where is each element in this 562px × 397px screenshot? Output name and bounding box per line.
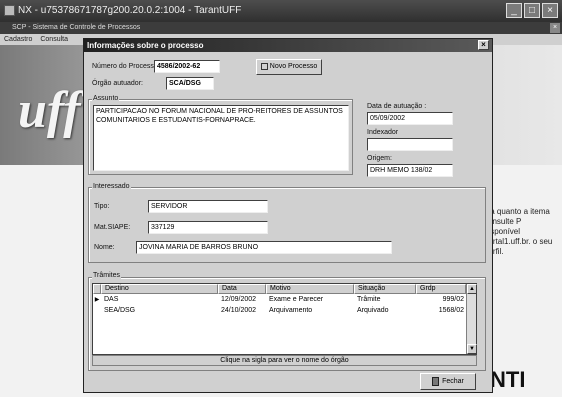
nx-title-bar: NX - u75378671787g200.20.0.2:1004 - Tara…	[0, 0, 562, 22]
assunto-memo[interactable]: PARTICIPACAO NO FORUM NACIONAL DE PRO-RE…	[93, 105, 349, 171]
novo-processo-button[interactable]: Novo Processo	[256, 59, 322, 75]
row-marker	[93, 306, 101, 316]
cell-grdp: 1568/02	[438, 307, 464, 314]
cell-situacao: Arquivado	[357, 307, 389, 314]
header-destino[interactable]: Destino	[101, 284, 218, 294]
cell-data: 24/10/2002	[221, 307, 257, 314]
table-scrollbar[interactable]: ▲ ▼	[466, 284, 477, 354]
app-close-icon[interactable]: ×	[550, 23, 560, 33]
scroll-up-icon[interactable]: ▲	[467, 284, 477, 294]
dialog-close-button[interactable]: ×	[478, 40, 489, 50]
app-title: SCP - Sistema de Controle de Processos	[12, 24, 141, 31]
nome-label: Nome:	[94, 244, 115, 251]
tipo-field[interactable]: SERVIDOR	[148, 200, 268, 213]
uff-logo: uff	[18, 82, 81, 139]
origem-label: Origem:	[367, 155, 392, 162]
data-autuacao-field[interactable]: 05/09/2002	[367, 112, 453, 125]
scroll-down-icon[interactable]: ▼	[467, 344, 477, 354]
maximize-button[interactable]: □	[524, 3, 540, 18]
dialog-title-bar: Informações sobre o processo ×	[84, 39, 492, 52]
table-hint: Clique na sigla para ver o nome do órgão	[92, 355, 477, 366]
cell-motivo: Exame e Parecer	[269, 296, 324, 303]
assunto-caption: Assunto	[92, 95, 120, 102]
tramites-table: Destino Data Motivo Situação Grdp ▶ DAS …	[92, 283, 477, 355]
indexador-field[interactable]	[367, 138, 453, 151]
dialog-title: Informações sobre o processo	[87, 41, 204, 50]
siape-label: Mat.SIAPE:	[94, 224, 131, 231]
nx-app-icon	[4, 5, 15, 16]
cell-grdp: 999/02	[442, 296, 464, 303]
fechar-label: Fechar	[442, 378, 464, 385]
data-autuacao-label: Data de autuação :	[367, 103, 427, 110]
table-row[interactable]: ▶ DAS 12/09/2002 Exame e Parecer Trâmite…	[93, 295, 466, 305]
tramites-caption: Trâmites	[92, 272, 121, 279]
fechar-button[interactable]: Fechar	[420, 373, 476, 390]
process-info-dialog: Informações sobre o processo × Número do…	[83, 38, 493, 393]
nti-logo: NTI	[490, 367, 526, 392]
close-window-button[interactable]: ×	[542, 3, 558, 18]
nome-field[interactable]: JOVINA MARIA DE BARROS BRUNO	[136, 241, 392, 254]
cell-situacao: Trâmite	[357, 296, 381, 303]
minimize-button[interactable]: _	[506, 3, 522, 18]
header-data[interactable]: Data	[218, 284, 266, 294]
origem-field[interactable]: DRH MEMO 138/02	[367, 164, 453, 177]
menu-cadastro[interactable]: Cadastro	[4, 36, 32, 43]
new-process-icon	[260, 62, 268, 70]
orgao-field[interactable]: SCA/DSG	[166, 77, 214, 90]
header-situacao[interactable]: Situação	[354, 284, 416, 294]
cell-motivo: Arquivamento	[269, 307, 313, 314]
table-row[interactable]: SEA/DSG 24/10/2002 Arquivamento Arquivad…	[93, 306, 466, 316]
row-marker: ▶	[94, 297, 100, 303]
novo-processo-label: Novo Processo	[269, 63, 318, 70]
nx-window-title: NX - u75378671787g200.20.0.2:1004 - Tara…	[18, 5, 242, 16]
header-indicator	[93, 284, 101, 294]
header-motivo[interactable]: Motivo	[266, 284, 354, 294]
orgao-label: Órgão autuador:	[92, 80, 143, 87]
app-side-text: ida quanto a itema consulte P disponível…	[484, 207, 553, 256]
interessado-caption: Interessado	[92, 183, 131, 190]
cell-destino[interactable]: SEA/DSG	[101, 306, 218, 316]
door-exit-icon	[432, 376, 440, 386]
table-header: Destino Data Motivo Situação Grdp	[93, 284, 466, 294]
header-grdp[interactable]: Grdp	[416, 284, 466, 294]
app-title-bar: SCP - Sistema de Controle de Processos ×	[0, 22, 562, 34]
numero-field[interactable]: 4586/2002-62	[154, 60, 220, 73]
cell-destino[interactable]: DAS	[101, 295, 218, 305]
menu-consulta[interactable]: Consulta	[40, 36, 68, 43]
siape-field[interactable]: 337129	[148, 221, 268, 234]
cell-data: 12/09/2002	[221, 296, 257, 303]
numero-label: Número do Processo:	[92, 63, 160, 70]
indexador-label: Indexador	[367, 129, 399, 136]
tipo-label: Tipo:	[94, 203, 110, 210]
